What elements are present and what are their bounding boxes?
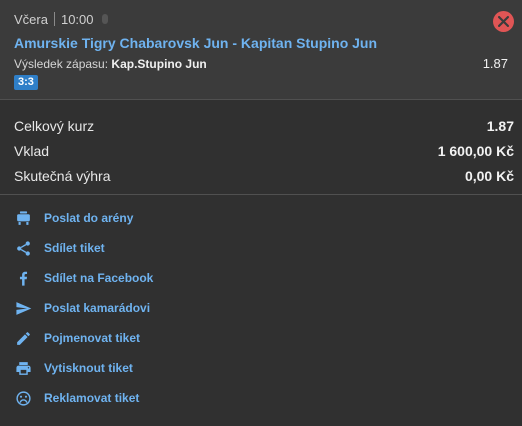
share-facebook-button[interactable]: Sdílet na Facebook — [14, 263, 522, 293]
total-odds-value: 1.87 — [486, 118, 514, 134]
live-indicator-icon — [101, 14, 108, 24]
match-title[interactable]: Amurskie Tigry Chabarovsk Jun - Kapitan … — [14, 33, 514, 53]
close-button[interactable] — [493, 11, 514, 32]
ticket-day: Včera — [14, 11, 48, 27]
win-row: Skutečná výhra 0,00 Kč — [14, 164, 514, 189]
action-label: Sdílet na Facebook — [44, 271, 154, 285]
ticket-meta: Včera 10:00 — [14, 9, 514, 29]
action-label: Sdílet tiket — [44, 241, 105, 255]
ticket-header: Včera 10:00 Amurskie Tigry Chabarovsk Ju… — [0, 0, 522, 99]
share-ticket-button[interactable]: Sdílet tiket — [14, 233, 522, 263]
ticket-summary: Celkový kurz 1.87 Vklad 1 600,00 Kč Skut… — [0, 100, 522, 194]
arena-icon — [14, 209, 32, 227]
send-to-arena-button[interactable]: Poslat do arény — [14, 203, 522, 233]
action-label: Pojmenovat tiket — [44, 331, 141, 345]
pencil-icon — [14, 329, 32, 347]
score-badge: 3:3 — [14, 75, 38, 90]
meta-divider — [53, 12, 55, 26]
selection-odds: 1.87 — [482, 56, 508, 71]
result-pick: Kap.Stupino Jun — [111, 57, 207, 71]
ticket-time: 10:00 — [60, 11, 94, 27]
stake-value: 1 600,00 Kč — [437, 143, 514, 159]
ticket-actions: Poslat do arény Sdílet tiket Sdílet na F… — [0, 195, 522, 413]
send-to-friend-button[interactable]: Poslat kamarádovi — [14, 293, 522, 323]
sad-face-icon — [14, 389, 32, 407]
share-icon — [14, 239, 32, 257]
complaint-ticket-button[interactable]: Reklamovat tiket — [14, 383, 522, 413]
stake-label: Vklad — [14, 143, 50, 159]
total-odds-row: Celkový kurz 1.87 — [14, 114, 514, 139]
print-ticket-button[interactable]: Vytisknout tiket — [14, 353, 522, 383]
result-label: Výsledek zápasu: — [14, 57, 109, 71]
stake-row: Vklad 1 600,00 Kč — [14, 139, 514, 164]
action-label: Vytisknout tiket — [44, 361, 133, 375]
bet-ticket: Včera 10:00 Amurskie Tigry Chabarovsk Ju… — [0, 0, 522, 426]
win-value: 0,00 Kč — [464, 168, 514, 184]
rename-ticket-button[interactable]: Pojmenovat tiket — [14, 323, 522, 353]
send-icon — [14, 299, 32, 317]
action-label: Reklamovat tiket — [44, 391, 140, 405]
bet-selection: Výsledek zápasu: Kap.Stupino Jun 1.87 — [14, 56, 514, 72]
action-label: Poslat do arény — [44, 211, 134, 225]
total-odds-label: Celkový kurz — [14, 118, 95, 134]
close-icon — [498, 16, 509, 27]
facebook-icon — [14, 269, 32, 287]
printer-icon — [14, 359, 32, 377]
win-label: Skutečná výhra — [14, 168, 111, 184]
action-label: Poslat kamarádovi — [44, 301, 151, 315]
